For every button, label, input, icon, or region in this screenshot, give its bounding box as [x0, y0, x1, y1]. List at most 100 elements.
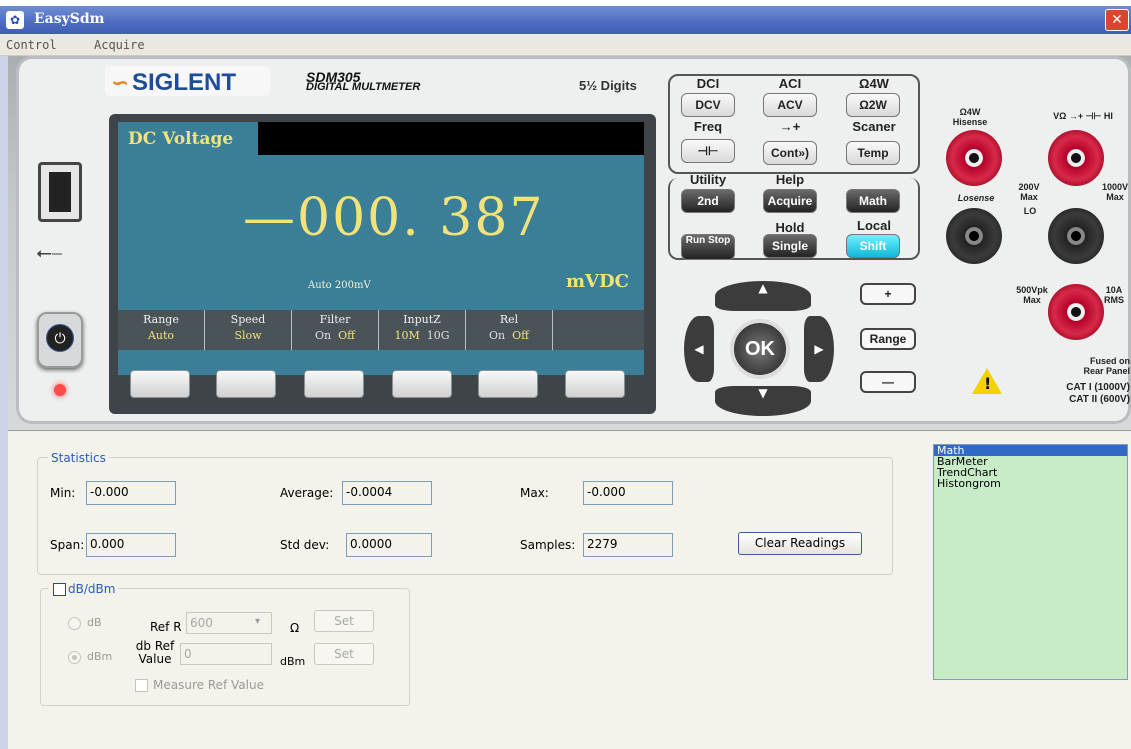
dbref-field[interactable]: 0 [180, 643, 272, 665]
second-button[interactable]: 2nd [681, 189, 735, 213]
label-help: Help [775, 172, 805, 187]
label-o4w: Ω4W [859, 76, 889, 91]
softkey-range: Range Auto [118, 310, 205, 350]
menu-control[interactable]: Control [6, 38, 57, 52]
menu-acquire[interactable]: Acquire [94, 38, 145, 52]
power-button[interactable]: ⏻ [37, 312, 83, 368]
warning-icon: ! [972, 368, 1002, 394]
lo-label: LO [1023, 206, 1037, 216]
label-aci: ACI [778, 76, 802, 91]
vpk-label: 500Vpk Max [1016, 285, 1048, 305]
app-icon: ✿ [6, 11, 24, 29]
plus-button[interactable]: + [860, 283, 916, 305]
model-subtitle: DIGITAL MULTMETER [306, 81, 421, 93]
softkey-button-3[interactable] [304, 370, 364, 398]
refr-label: Ref R [150, 620, 182, 634]
dcv-button[interactable]: DCV [681, 93, 735, 117]
minus-button[interactable]: — [860, 371, 916, 393]
db-radio[interactable] [68, 617, 81, 630]
single-button[interactable]: Single [763, 234, 817, 258]
usb-icon: ⭠⎯ [36, 240, 62, 264]
hisense-terminal [946, 130, 1002, 186]
usb-port [38, 162, 82, 222]
span-field[interactable]: 0.000 [86, 533, 176, 557]
label-scaner: Scaner [852, 119, 896, 134]
list-item[interactable]: Histongrom [934, 478, 1127, 489]
up-arrow-button[interactable]: ▲ [715, 281, 811, 311]
math-key[interactable]: Math [846, 189, 900, 213]
hi-label: VΩ →+ ⊣⊢ HI [1053, 111, 1113, 121]
label-diode: →+ [779, 119, 801, 134]
brand-logo: SIGLENT [132, 69, 237, 96]
dbm-unit-label: dBm [280, 655, 306, 668]
dbref-label: db Ref Value [135, 639, 175, 666]
view-list[interactable]: Math BarMeter TrendChart Histongrom [933, 444, 1128, 680]
label-local: Local [857, 218, 891, 233]
measure-ref-label: Measure Ref Value [153, 678, 264, 692]
softkey-button-5[interactable] [478, 370, 538, 398]
softkey-inputz: InputZ 10M 10G [379, 310, 466, 350]
down-arrow-button[interactable]: ▼ [715, 386, 811, 416]
lo-terminal [1048, 208, 1104, 264]
siglent-logo-icon: ∽ [111, 71, 130, 96]
temp-button[interactable]: Temp [846, 141, 900, 165]
left-arrow-button[interactable]: ◀ [684, 316, 714, 382]
unit-indicator: mVDC [566, 271, 629, 292]
average-field[interactable]: -0.0004 [342, 481, 432, 505]
capacitance-button[interactable]: ⊣⊢ [681, 139, 735, 163]
ok-button[interactable]: OK [730, 319, 790, 379]
db-radio-label: dB [87, 616, 102, 629]
statistics-group [37, 457, 893, 575]
ohm-label: Ω [290, 621, 300, 635]
measure-ref-checkbox[interactable] [135, 679, 148, 692]
softkey-button-1[interactable] [130, 370, 190, 398]
multimeter-panel: ∽ SIGLENT SDM305 DIGITAL MULTMETER 5½ Di… [8, 56, 1131, 431]
losense-terminal [946, 208, 1002, 264]
clear-readings-button[interactable]: Clear Readings [738, 532, 862, 555]
chevron-down-icon: ▾ [255, 616, 261, 627]
db-enable-checkbox[interactable] [53, 583, 66, 596]
samples-label: Samples: [520, 538, 576, 552]
softkey-button-2[interactable] [216, 370, 276, 398]
run-stop-button[interactable]: Run Stop [681, 234, 735, 260]
max-field[interactable]: -0.000 [583, 481, 673, 505]
std-dev-field[interactable]: 0.0000 [346, 533, 432, 557]
average-label: Average: [280, 486, 334, 500]
min-field[interactable]: -0.000 [86, 481, 176, 505]
label-hold: Hold [775, 220, 805, 235]
title-bar: ✿ EasySdm ✕ [0, 6, 1131, 34]
fused-label-1: Fused on [1090, 356, 1130, 366]
acv-button[interactable]: ACV [763, 93, 817, 117]
span-label: Span: [50, 538, 85, 552]
v200-label: 200V Max [1018, 182, 1040, 202]
cat2-label: CAT II (600V) [1069, 394, 1130, 405]
set-ref-r-button[interactable]: Set [314, 610, 374, 632]
dbm-radio-label: dBm [87, 650, 113, 663]
softkey-rel: Rel On Off [466, 310, 553, 350]
softkey-button-6[interactable] [565, 370, 625, 398]
range-button[interactable]: Range [860, 328, 916, 350]
samples-field[interactable]: 2279 [583, 533, 673, 557]
close-button[interactable]: ✕ [1105, 9, 1129, 31]
window-title: EasySdm [34, 11, 105, 27]
std-dev-label: Std dev: [280, 538, 330, 552]
hi-terminal [1048, 130, 1104, 186]
acquire-key[interactable]: Acquire [763, 189, 817, 213]
set-db-ref-button[interactable]: Set [314, 643, 374, 665]
softkey-empty [553, 310, 640, 350]
softkey-speed: Speed Slow [205, 310, 292, 350]
statistics-legend: Statistics [48, 451, 109, 465]
digits-label: 5½ Digits [579, 78, 637, 93]
cat1-label: CAT I (1000V) [1066, 382, 1130, 393]
shift-button[interactable]: Shift [846, 234, 900, 258]
continuity-button[interactable]: Cont») [763, 141, 817, 165]
power-icon: ⏻ [46, 324, 74, 352]
menu-bar: Control Acquire [0, 34, 1131, 56]
softkey-button-4[interactable] [392, 370, 452, 398]
range-indicator: Auto 200mV [308, 280, 371, 291]
power-led [54, 384, 66, 396]
dbm-radio[interactable] [68, 651, 81, 664]
o2w-button[interactable]: Ω2W [846, 93, 900, 117]
measure-mode: DC Voltage [118, 122, 258, 155]
right-arrow-button[interactable]: ▶ [804, 316, 834, 382]
